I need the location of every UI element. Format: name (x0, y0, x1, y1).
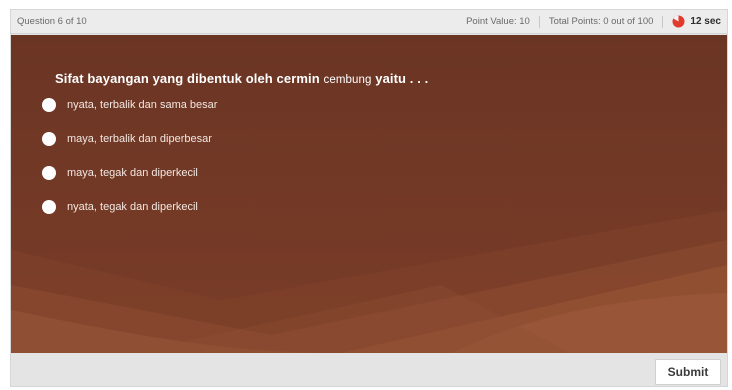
quiz-frame: Question 6 of 10 Point Value: 10 Total P… (10, 9, 728, 387)
answer-option-label: maya, tegak dan diperkecil (67, 167, 198, 179)
point-value: Point Value: 10 (466, 16, 530, 27)
timer-text: 12 sec (690, 16, 721, 27)
quiz-header: Question 6 of 10 Point Value: 10 Total P… (11, 10, 727, 34)
pie-timer-icon (672, 15, 685, 28)
score-info: Point Value: 10 Total Points: 0 out of 1… (466, 15, 721, 28)
radio-button[interactable] (42, 200, 56, 214)
question-text-part1: Sifat bayangan yang dibentuk oleh cermin (55, 71, 320, 86)
radio-button[interactable] (42, 132, 56, 146)
radio-button[interactable] (42, 166, 56, 180)
answer-option-4[interactable]: nyata, tegak dan diperkecil (42, 200, 198, 214)
quiz-footer: Submit (11, 353, 727, 386)
question-stage: Sifat bayangan yang dibentuk oleh cermin… (11, 35, 727, 353)
answer-option-1[interactable]: nyata, terbalik dan sama besar (42, 98, 217, 112)
answer-option-label: maya, terbalik dan diperbesar (67, 133, 212, 145)
question-text: Sifat bayangan yang dibentuk oleh cermin… (55, 71, 428, 86)
question-counter: Question 6 of 10 (17, 16, 87, 27)
radio-button[interactable] (42, 98, 56, 112)
timer: 12 sec (672, 15, 721, 28)
total-points: Total Points: 0 out of 100 (548, 16, 654, 27)
answer-option-3[interactable]: maya, tegak dan diperkecil (42, 166, 198, 180)
question-text-part3: yaitu . . . (375, 71, 429, 86)
divider (662, 15, 664, 28)
divider (538, 15, 540, 28)
answer-option-label: nyata, tegak dan diperkecil (67, 201, 198, 213)
question-text-part2: cembung (323, 74, 372, 86)
answer-option-label: nyata, terbalik dan sama besar (67, 99, 218, 111)
answer-option-2[interactable]: maya, terbalik dan diperbesar (42, 132, 212, 146)
submit-button[interactable]: Submit (655, 359, 721, 385)
